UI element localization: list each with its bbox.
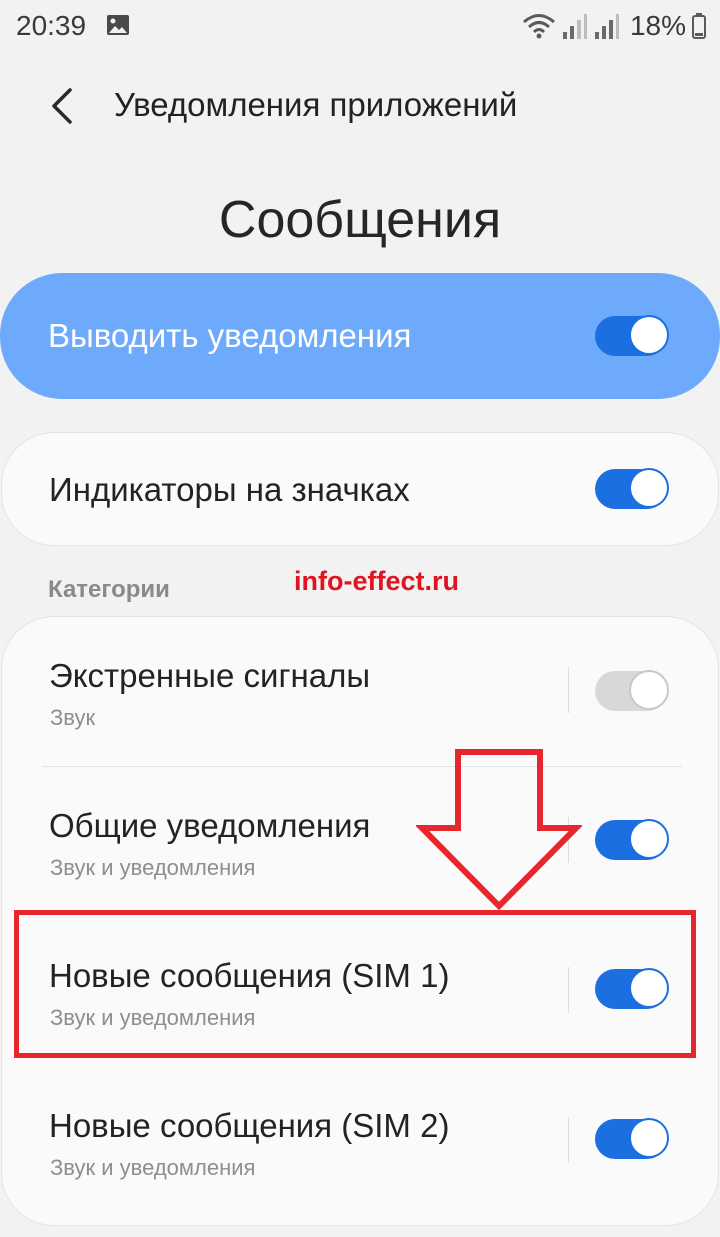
app-header: Уведомления приложений bbox=[0, 70, 720, 142]
category-row-emergency[interactable]: Экстренные сигналы Звук bbox=[2, 617, 718, 767]
annotation-down-arrow-icon bbox=[416, 749, 582, 911]
annotation-highlight-box bbox=[14, 910, 696, 1058]
category-toggle-sim2[interactable] bbox=[595, 1118, 669, 1159]
category-toggle-emergency[interactable] bbox=[595, 670, 669, 711]
signal-sim2-icon bbox=[594, 14, 619, 39]
row-divider bbox=[568, 1117, 569, 1163]
watermark: info-effect.ru bbox=[294, 566, 459, 596]
wifi-icon bbox=[522, 14, 555, 39]
status-time: 20:39 bbox=[16, 10, 87, 41]
header-title: Уведомления приложений bbox=[114, 86, 518, 123]
category-row-general[interactable]: Общие уведомления Звук и уведомления bbox=[2, 767, 718, 917]
gallery-notification-icon bbox=[107, 15, 129, 35]
category-title: Экстренные сигналы bbox=[49, 657, 371, 694]
app-icon-badges-card[interactable]: Индикаторы на значках bbox=[2, 433, 718, 545]
category-title: Общие уведомления bbox=[49, 807, 371, 844]
category-subtitle: Звук и уведомления bbox=[50, 1155, 256, 1180]
page-title: Сообщения bbox=[218, 191, 502, 249]
status-right: 18% bbox=[522, 10, 706, 42]
back-arrow-icon[interactable] bbox=[48, 86, 78, 126]
show-notifications-card[interactable]: Выводить уведомления bbox=[0, 273, 720, 399]
battery-percent: 18% bbox=[629, 10, 686, 41]
category-subtitle: Звук и уведомления bbox=[50, 855, 256, 880]
category-row-sim2[interactable]: Новые сообщения (SIM 2) Звук и уведомлен… bbox=[2, 1067, 718, 1217]
category-subtitle: Звук bbox=[50, 705, 96, 730]
status-bar: 20:39 18% bbox=[0, 0, 720, 52]
app-icon-badges-label: Индикаторы на значках bbox=[49, 471, 410, 508]
categories-header: Категории bbox=[48, 576, 170, 603]
show-notifications-label: Выводить уведомления bbox=[48, 317, 412, 354]
category-title: Новые сообщения (SIM 2) bbox=[49, 1107, 450, 1144]
app-icon-badges-toggle[interactable] bbox=[595, 468, 669, 509]
category-toggle-general[interactable] bbox=[595, 819, 669, 860]
show-notifications-toggle[interactable] bbox=[595, 315, 669, 356]
battery-icon bbox=[692, 13, 706, 39]
signal-sim1-icon bbox=[562, 14, 587, 39]
row-divider bbox=[568, 667, 569, 713]
